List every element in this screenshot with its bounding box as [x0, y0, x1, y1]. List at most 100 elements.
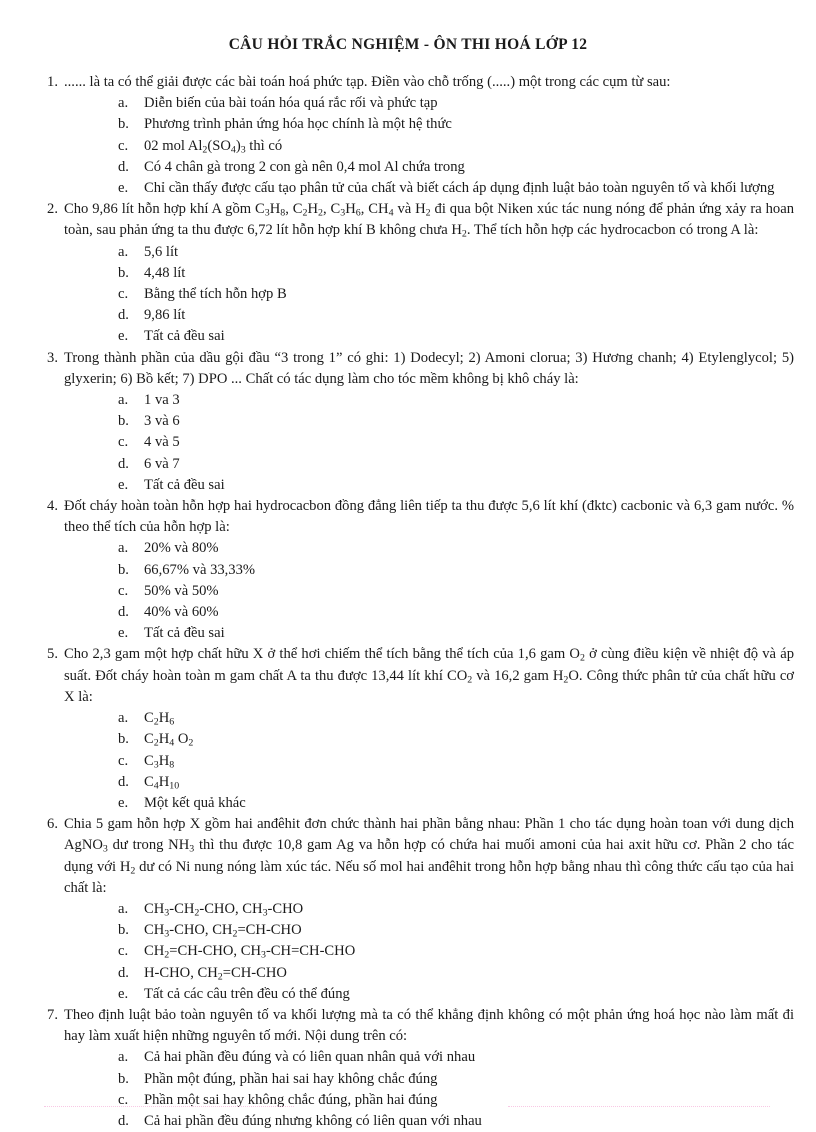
option-list: a. 5,6 lít b. 4,48 lít c. Bằng thể tích hỗn h… — [40, 242, 794, 348]
option-item[interactable]: b. Phương trình phản ứng hóa học chính là… — [40, 114, 794, 135]
option-letter: d. — [118, 773, 129, 790]
option-item[interactable]: a. 20% và 80% — [40, 538, 794, 559]
question-number: 1. — [47, 74, 58, 90]
page-title: CÂU HỎI TRẮC NGHIỆM - ÔN THI HOÁ LỚP 12 — [228, 36, 588, 53]
option-letter: e. — [118, 180, 129, 197]
questions-container: 1. ...... là ta có thể giải được các bài … — [0, 72, 816, 1132]
option-item[interactable]: b. 4,48 lít — [40, 263, 794, 284]
question-head: 2. Cho 9,86 lít hỗn hợp khí A gồm C3H8, C… — [40, 199, 794, 241]
option-item[interactable]: c. 02 mol Al2(SO4)3 thì có — [40, 136, 794, 157]
option-text: Phương trình phản ứng hóa học chính là m… — [144, 116, 452, 133]
option-letter: b. — [118, 1070, 129, 1087]
option-letter: d. — [118, 604, 129, 621]
option-item[interactable]: b. C2H4 O2 — [40, 729, 794, 750]
option-letter: a. — [118, 1049, 129, 1066]
option-letter: e. — [118, 985, 129, 1002]
option-text: Một kết quả khác — [144, 794, 246, 811]
option-item[interactable]: e. Tất cả đều sai — [40, 326, 794, 347]
option-letter: e. — [118, 625, 129, 642]
option-item[interactable]: e. Một kết quả khác — [40, 793, 794, 814]
question-head: 1. ...... là ta có thể giải được các bài … — [40, 72, 794, 93]
option-letter: a. — [118, 392, 129, 409]
option-text: 40% và 60% — [144, 604, 219, 621]
option-item[interactable]: a. 5,6 lít — [40, 242, 794, 263]
option-item[interactable]: a. 1 va 3 — [40, 390, 794, 411]
option-text: CH2=CH-CHO, CH3-CH=CH-CHO — [144, 943, 356, 961]
question-number: 6. — [47, 816, 58, 833]
question-item: 1. ...... là ta có thể giải được các bài … — [40, 72, 794, 199]
option-item[interactable]: d. Cả hai phần đều đúng nhưng không có li… — [40, 1111, 794, 1132]
option-letter: c. — [118, 286, 129, 303]
option-letter: e. — [118, 794, 129, 811]
option-text: 20% và 80% — [144, 540, 219, 557]
option-text: Chỉ cần thấy được cấu tạo phân tử của ch… — [144, 180, 775, 197]
option-text: C2H6 — [144, 710, 175, 728]
option-item[interactable]: c. C3H8 — [40, 751, 794, 772]
question-text: Cho 9,86 lít hỗn hợp khí A gồm C3H8, C2H… — [64, 201, 794, 240]
option-item[interactable]: c. 4 và 5 — [40, 432, 794, 453]
option-letter: b. — [118, 731, 129, 748]
option-text: Cả hai phần đều đúng và có liên quan nhâ… — [144, 1049, 476, 1066]
option-item[interactable]: d. 9,86 lít — [40, 305, 794, 326]
option-item[interactable]: e. Tất cả các câu trên đều có thể đúng — [40, 984, 794, 1005]
question-text: Theo định luật bảo toàn nguyên tố va khố… — [64, 1006, 794, 1045]
option-text: C3H8 — [144, 752, 175, 771]
question-text: ...... là ta có thể giải được các bài to… — [64, 74, 671, 90]
option-item[interactable]: e. Chỉ cần thấy được cấu tạo phân tử của … — [40, 178, 794, 199]
option-text: CH3-CHO, CH2=CH-CHO — [144, 922, 302, 940]
option-text: Tất cả đều sai — [144, 625, 225, 642]
option-list: a. 1 va 3 b. 3 và 6 c. 4 và 5 d. 6 và 7 e. Tất cả… — [40, 390, 794, 496]
option-letter: a. — [118, 540, 129, 557]
question-item: 6. Chia 5 gam hỗn hợp X gồm hai anđêhit đ… — [40, 814, 794, 1005]
option-letter: d. — [118, 964, 129, 981]
option-list: a. C2H6 b. C2H4 O2 c. C3H8 d. C4H10 e. Một kết qu… — [40, 708, 794, 814]
question-number: 7. — [47, 1006, 58, 1023]
option-letter: b. — [118, 413, 129, 430]
footer-dots-left — [44, 1106, 294, 1108]
option-text: H-CHO, CH2=CH-CHO — [144, 964, 287, 983]
option-text: Tất cả đều sai — [144, 328, 225, 345]
option-item[interactable]: e. Tất cả đều sai — [40, 623, 794, 644]
option-item[interactable]: c. CH2=CH-CHO, CH3-CH=CH-CHO — [40, 941, 794, 962]
option-letter: e. — [118, 328, 129, 345]
option-item[interactable]: a. Cả hai phần đều đúng và có liên quan n… — [40, 1047, 794, 1068]
option-item[interactable]: b. Phần một đúng, phần hai sai hay không … — [40, 1069, 794, 1090]
option-item[interactable]: b. 66,67% và 33,33% — [40, 560, 794, 581]
option-item[interactable]: b. 3 và 6 — [40, 411, 794, 432]
option-item[interactable]: d. C4H10 — [40, 772, 794, 793]
question-text: Cho 2,3 gam một hợp chất hữu X ở thể hơi… — [64, 646, 795, 705]
option-item[interactable]: a. Diễn biến của bài toán hóa quá rắc rối… — [40, 93, 794, 114]
option-item[interactable]: c. 50% và 50% — [40, 581, 794, 602]
option-letter: d. — [118, 455, 129, 472]
option-text: 9,86 lít — [144, 307, 186, 324]
option-list: a. CH3-CH2-CHO, CH3-CHO b. CH3-CHO, CH2=CH-… — [40, 899, 794, 1005]
question-head: 7. Theo định luật bảo toàn nguyên tố va k… — [40, 1005, 794, 1047]
footer-dots-right — [508, 1106, 770, 1108]
question-head: 3. Trong thành phần của dầu gội đầu “3 tr… — [40, 348, 794, 390]
question-head: 4. Đốt cháy hoàn toàn hỗn hợp hai hydroca… — [40, 496, 794, 538]
option-item[interactable]: d. 6 và 7 — [40, 454, 794, 475]
option-letter: b. — [118, 116, 129, 133]
option-item[interactable]: d. H-CHO, CH2=CH-CHO — [40, 963, 794, 984]
option-item[interactable]: c. Bằng thể tích hỗn hợp B — [40, 284, 794, 305]
option-text: Phần một đúng, phần hai sai hay không ch… — [144, 1070, 438, 1087]
question-number: 3. — [47, 349, 58, 366]
option-item[interactable]: d. Có 4 chân gà trong 2 con gà nên 0,4 mo… — [40, 157, 794, 178]
footer-divider — [0, 1106, 816, 1109]
option-text: Cả hai phần đều đúng nhưng không có liên… — [144, 1112, 482, 1129]
option-text: 5,6 lít — [144, 243, 179, 260]
option-list: a. Diễn biến của bài toán hóa quá rắc rối… — [40, 93, 794, 199]
option-letter: a. — [118, 95, 129, 112]
option-item[interactable]: b. CH3-CHO, CH2=CH-CHO — [40, 920, 794, 941]
option-list: a. 20% và 80% b. 66,67% và 33,33% c. 50% và 5… — [40, 538, 794, 644]
option-item[interactable]: e. Tất cả đều sai — [40, 475, 794, 496]
option-item[interactable]: d. 40% và 60% — [40, 602, 794, 623]
option-letter: b. — [118, 264, 129, 281]
option-text: Bằng thể tích hỗn hợp B — [144, 286, 287, 303]
option-text: 4,48 lít — [144, 264, 186, 281]
option-letter: b. — [118, 922, 129, 939]
option-letter: d. — [118, 307, 129, 324]
option-item[interactable]: a. CH3-CH2-CHO, CH3-CHO — [40, 899, 794, 920]
option-letter: e. — [118, 476, 129, 493]
option-item[interactable]: a. C2H6 — [40, 708, 794, 729]
